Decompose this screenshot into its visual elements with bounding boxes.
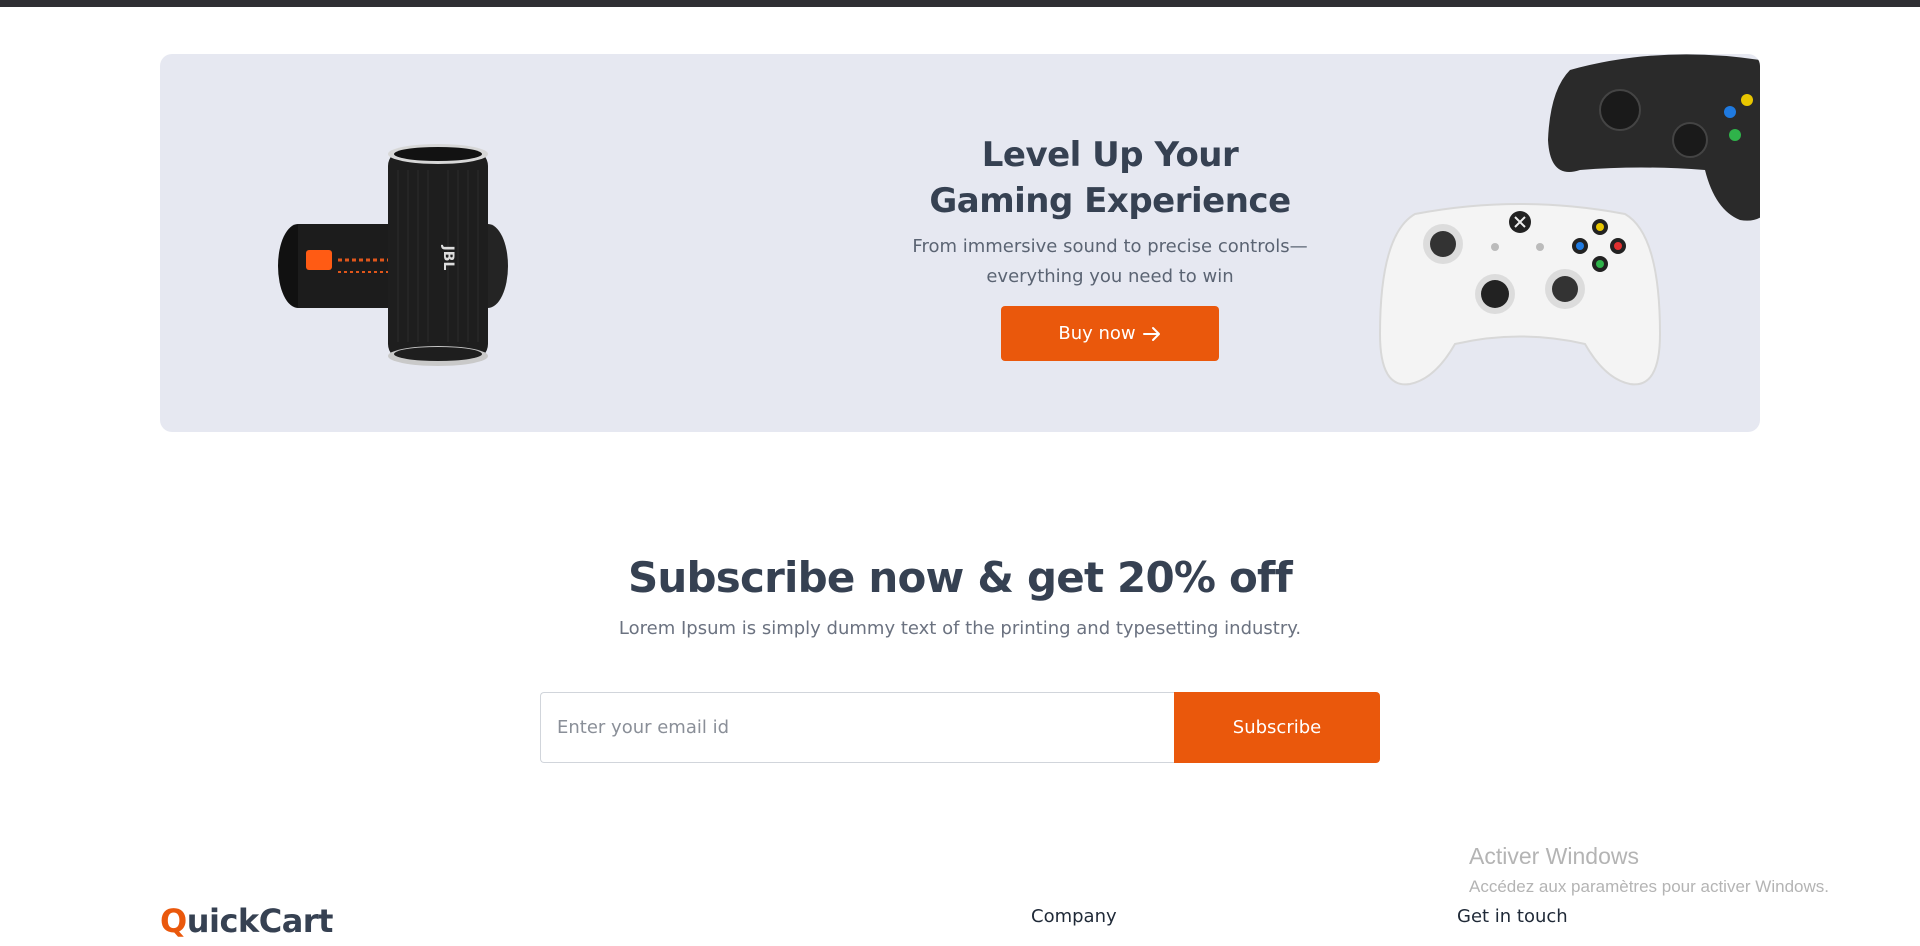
banner-subtitle: From immersive sound to precise controls… [860, 232, 1360, 292]
logo-text: uickCart [186, 902, 334, 940]
footer-heading-get-in-touch: Get in touch [1457, 906, 1568, 927]
subscribe-form: Subscribe [540, 692, 1380, 763]
email-input[interactable] [540, 692, 1174, 763]
banner-title: Level Up Your Gaming Experience [860, 132, 1360, 224]
subscribe-section: Subscribe now & get 20% off Lorem Ipsum … [0, 548, 1920, 639]
arrow-right-icon [1142, 326, 1160, 341]
windows-activation-title: Activer Windows [1469, 843, 1639, 869]
logo-letter-q: Q [160, 902, 187, 940]
quickcart-logo[interactable]: QuickCart [160, 902, 333, 940]
buy-now-label: Buy now [1058, 323, 1136, 344]
banner-subtitle-line-2: everything you need to win [986, 266, 1234, 287]
speaker-brand-text: JBL [440, 245, 456, 271]
banner-text-block: Level Up Your Gaming Experience From imm… [860, 132, 1360, 361]
windows-activation-subtitle: Accédez aux paramètres pour activer Wind… [1469, 877, 1829, 896]
top-strip [0, 0, 1920, 7]
banner-title-line-1: Level Up Your [981, 135, 1239, 175]
subscribe-description: Lorem Ipsum is simply dummy text of the … [618, 618, 1302, 639]
banner-title-line-2: Gaming Experience [929, 181, 1291, 221]
subscribe-title: Subscribe now & get 20% off [627, 553, 1293, 602]
banner-subtitle-line-1: From immersive sound to precise controls… [912, 236, 1308, 257]
subscribe-button[interactable]: Subscribe [1174, 692, 1380, 763]
speaker-image: JBL [278, 144, 508, 366]
buy-now-button[interactable]: Buy now [1001, 306, 1219, 361]
footer-heading-company: Company [1031, 906, 1117, 927]
black-controller-image [1548, 54, 1760, 221]
promo-banner: JBL Level Up Your Gaming Experience From… [160, 54, 1760, 432]
